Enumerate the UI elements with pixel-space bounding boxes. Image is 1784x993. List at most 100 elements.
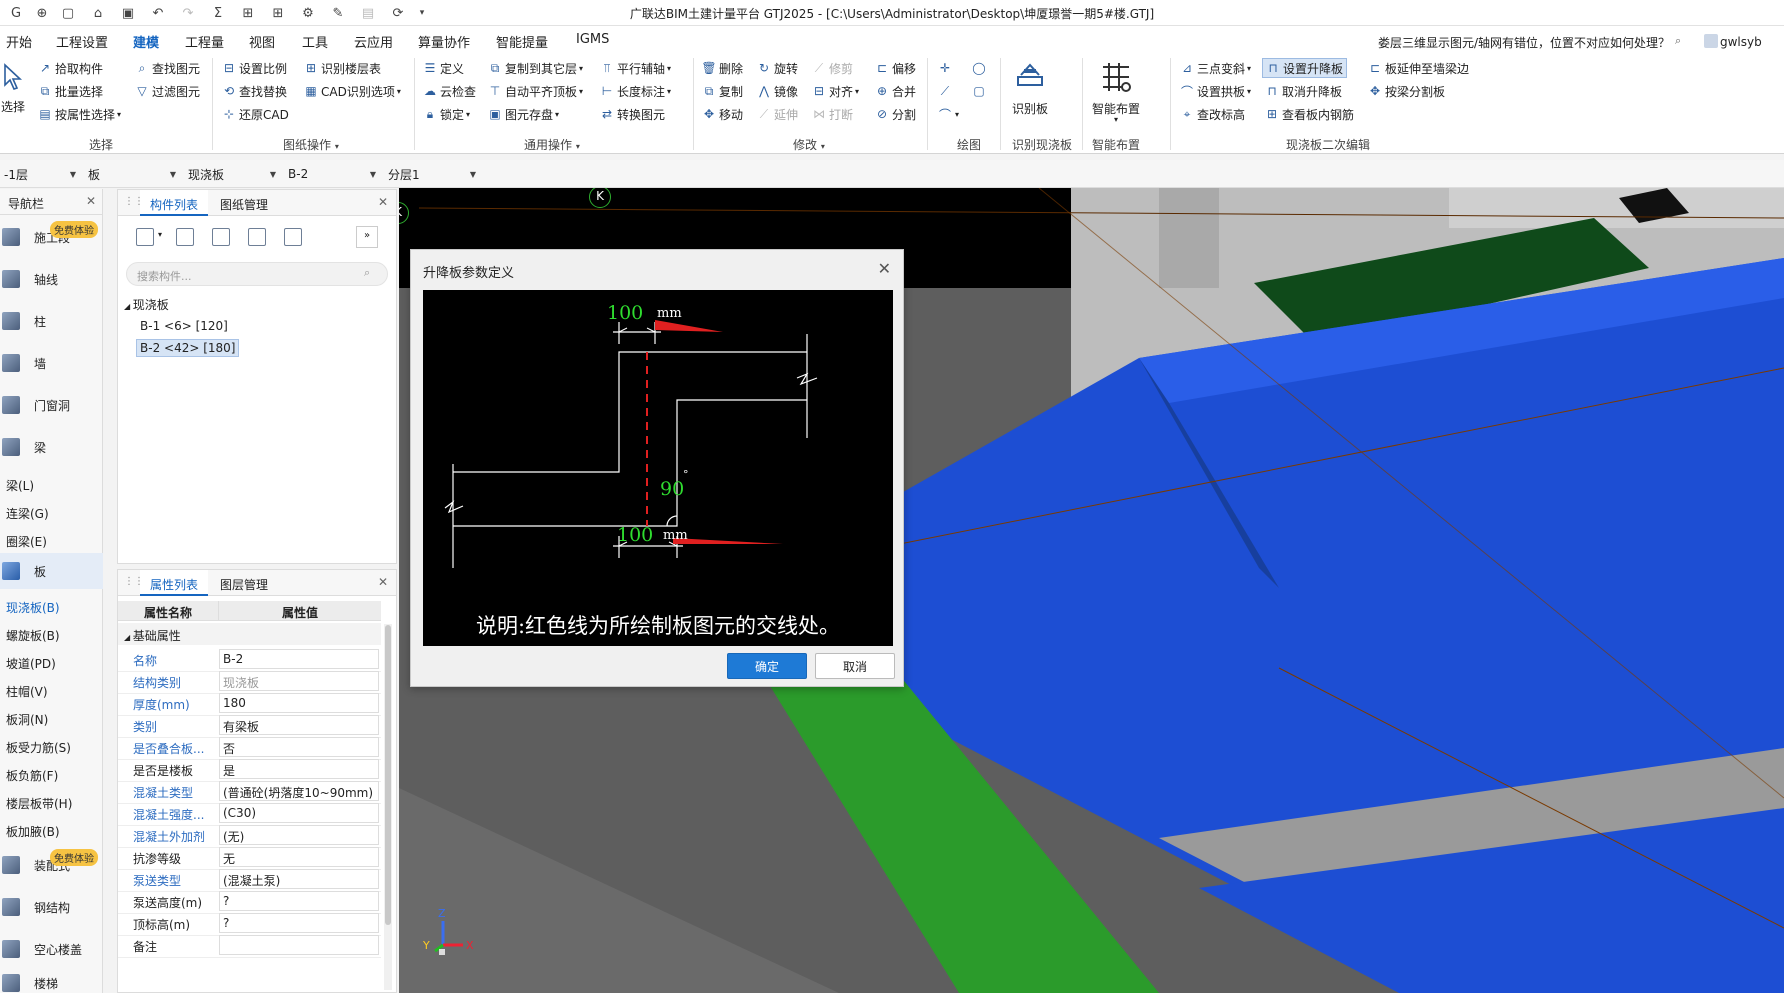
parallel-aux-button[interactable]: ⫪ 平行辅轴 ▾ (600, 58, 671, 78)
nav-sub-column-cap[interactable]: 柱帽(V) (6, 683, 48, 700)
copy-component-icon[interactable] (176, 228, 194, 246)
ok-button[interactable]: 确定 (727, 653, 807, 679)
nav-sub-beam[interactable]: 梁(L) (6, 477, 34, 494)
find-element-button[interactable]: ⌕ 查找图元 (135, 58, 200, 78)
search-icon[interactable]: ⌕ (1675, 34, 1681, 48)
type-select[interactable]: 现浇板 ▼ (184, 164, 280, 184)
save-component-icon[interactable] (284, 228, 302, 246)
tree-root[interactable]: ◢ 现浇板 (124, 296, 169, 313)
copy-button[interactable]: ⧉ 复制 (702, 81, 743, 101)
set-raise-slab-button[interactable]: ⊓ 设置升降板 (1262, 58, 1348, 78)
category-select[interactable]: 板 ▼ (84, 164, 180, 184)
property-value-field[interactable]: B-2 (219, 649, 379, 669)
property-value-field[interactable]: 无 (219, 847, 379, 867)
view-slab-rebar-button[interactable]: ⊞ 查看板内钢筋 (1265, 104, 1354, 124)
tree-item-b2[interactable]: B-2 <42> [180] (136, 339, 240, 357)
user-account[interactable]: gwlsyb (1704, 34, 1762, 49)
cloud-check-button[interactable]: ☁ 云检查 (423, 81, 476, 101)
scrollbar[interactable] (384, 624, 392, 990)
property-row[interactable]: 备注 (118, 933, 381, 958)
nav-item-stairs[interactable]: 楼梯 (0, 973, 103, 993)
property-value-field[interactable]: (混凝土泵) (219, 869, 379, 889)
nav-sub-spiral-slab[interactable]: 螺旋板(B) (6, 627, 60, 644)
property-value-field[interactable]: 是 (219, 759, 379, 779)
define-button[interactable]: ☰ 定义 (423, 58, 464, 78)
menu-cloud[interactable]: 云应用 (354, 32, 393, 51)
filter-element-button[interactable]: ▽ 过滤图元 (135, 81, 200, 101)
delete-component-icon[interactable] (212, 228, 230, 246)
nav-sub-floor-band[interactable]: 楼层板带(H) (6, 795, 72, 812)
nav-item-axis[interactable]: 轴线 (0, 261, 103, 297)
scrollbar-thumb[interactable] (385, 625, 391, 925)
cancel-raise-slab-button[interactable]: ⊓ 取消升降板 (1265, 81, 1342, 101)
cancel-button[interactable]: 取消 (815, 653, 895, 679)
nav-item-hollow-floor[interactable]: 空心楼盖 (0, 931, 103, 967)
pick-component-button[interactable]: ↗ 拾取构件 (38, 58, 103, 78)
menu-tools[interactable]: 工具 (302, 32, 328, 51)
property-value-field[interactable]: 有梁板 (219, 715, 379, 735)
chevron-down-icon[interactable]: ▾ (158, 230, 162, 239)
tab-property-list[interactable]: 属性列表 (140, 570, 209, 596)
nav-item-door-window[interactable]: 门窗洞 (0, 387, 103, 423)
property-value-field[interactable]: 180 (219, 693, 379, 713)
change-elevation-button[interactable]: ⌖ 查改标高 (1180, 104, 1245, 124)
tab-drawing-management[interactable]: 图纸管理 (210, 190, 278, 216)
close-icon[interactable]: ✕ (86, 194, 96, 208)
tab-layer-management[interactable]: 图层管理 (210, 570, 278, 596)
close-icon[interactable]: ✕ (378, 575, 388, 589)
menu-view[interactable]: 视图 (249, 32, 275, 51)
rotate-button[interactable]: ↻ 旋转 (757, 58, 798, 78)
tree-item-b1[interactable]: B-1 <6> [120] (140, 319, 228, 333)
nav-item-wall[interactable]: 墙 (0, 345, 103, 381)
search-input[interactable]: 搜索构件... (126, 262, 388, 286)
batch-select-button[interactable]: ⧉ 批量选择 (38, 81, 103, 101)
nav-sub-ring-beam[interactable]: 圈梁(E) (6, 533, 47, 550)
extend-slab-to-beam-button[interactable]: ⊏ 板延伸至墙梁边 (1368, 58, 1469, 78)
property-group-basic[interactable]: ◢ 基础属性 (118, 623, 381, 645)
property-value-field[interactable]: (C30) (219, 803, 379, 823)
recognize-slab-button[interactable]: 识别板 (1005, 60, 1055, 117)
nav-item-steel[interactable]: 钢结构 (0, 889, 103, 925)
align-button[interactable]: ⊟ 对齐 ▾ (812, 81, 859, 101)
split-button[interactable]: ⊘ 分割 (875, 104, 916, 124)
close-icon[interactable]: ✕ (378, 195, 388, 209)
nav-item-slab[interactable]: 板 (0, 553, 103, 589)
mirror-button[interactable]: ⋀ 镜像 (757, 81, 798, 101)
property-value-field[interactable]: 否 (219, 737, 379, 757)
draw-arc-button[interactable]: ⌒ ▾ (938, 104, 959, 124)
property-value-field[interactable]: 现浇板 (219, 671, 379, 691)
move-button[interactable]: ✥ 移动 (702, 104, 743, 124)
save-element-button[interactable]: ▣ 图元存盘 ▾ (488, 104, 559, 124)
nav-sub-cast-slab[interactable]: 现浇板(B) (6, 599, 60, 616)
nav-sub-link-beam[interactable]: 连梁(G) (6, 505, 49, 522)
draw-point-button[interactable]: ✛ (938, 58, 955, 78)
help-question-link[interactable]: 娄层三维显示图元/轴网有错位，位置不对应如何处理？ (1378, 34, 1670, 51)
nav-sub-slab-hole[interactable]: 板洞(N) (6, 711, 48, 728)
select-button[interactable]: 选择 (0, 60, 26, 115)
length-dim-button[interactable]: ⊢ 长度标注 ▾ (600, 81, 671, 101)
break-button[interactable]: ⋈ 打断 (812, 104, 853, 124)
menu-modeling[interactable]: 建模 (130, 32, 162, 56)
nav-item-beam[interactable]: 梁 (0, 429, 103, 465)
merge-button[interactable]: ⊕ 合并 (875, 81, 916, 101)
menu-smart[interactable]: 智能提量 (496, 32, 548, 51)
cad-options-button[interactable]: ▦ CAD识别选项 ▾ (304, 81, 401, 101)
layer-copy-icon[interactable] (248, 228, 266, 246)
draw-rect-button[interactable]: ▢ (972, 81, 989, 101)
property-value-field[interactable]: (普通砼(坍落度10~90mm) ... (219, 781, 379, 801)
extend-button[interactable]: ⟋ 延伸 (757, 104, 798, 124)
close-icon[interactable]: ✕ (878, 259, 891, 278)
auto-align-top-button[interactable]: ⊤ 自动平齐顶板 ▾ (488, 81, 583, 101)
layer-select[interactable]: 分层1 ▼ (384, 164, 480, 184)
three-point-slope-button[interactable]: ⊿ 三点变斜 ▾ (1180, 58, 1251, 78)
menu-quantity[interactable]: 工程量 (185, 32, 224, 51)
lock-button[interactable]: 🔒︎ 锁定 ▾ (423, 104, 470, 124)
set-arch-slab-button[interactable]: ⌒ 设置拱板 ▾ (1180, 81, 1251, 101)
property-value-field[interactable]: ? (219, 891, 379, 911)
select-by-attr-button[interactable]: ▤ 按属性选择 ▾ (38, 104, 121, 124)
smart-layout-button[interactable]: 智能布置 ▾ (1088, 60, 1144, 124)
nav-sub-slab-haunch[interactable]: 板加腋(B) (6, 823, 60, 840)
axis-gizmo[interactable]: Z X Y (423, 907, 477, 963)
trim-button[interactable]: ⟋ 修剪 (812, 58, 853, 78)
copy-to-floor-button[interactable]: ⧉ 复制到其它层 ▾ (488, 58, 583, 78)
